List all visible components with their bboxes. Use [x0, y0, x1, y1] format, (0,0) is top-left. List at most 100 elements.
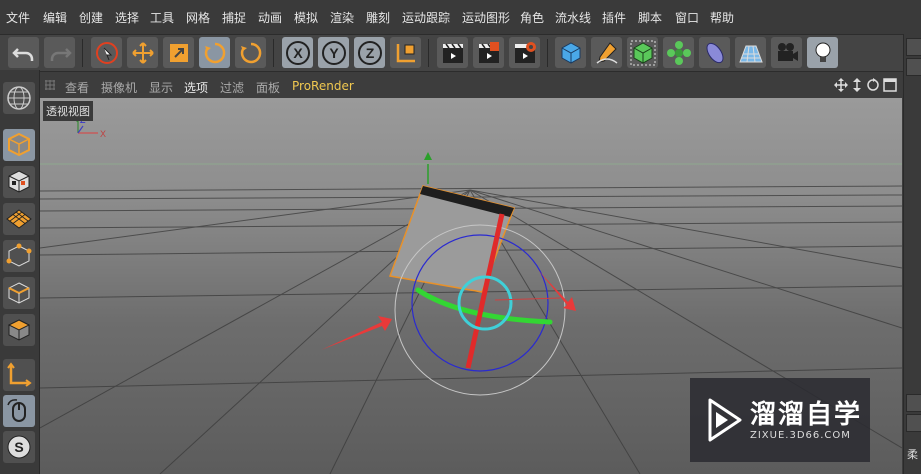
menu-character[interactable]: 角色 — [520, 9, 544, 26]
light-bulb-icon — [815, 42, 830, 62]
viewport-maximize-icon[interactable] — [883, 78, 897, 92]
render-settings-button[interactable] — [509, 37, 540, 68]
enable-axis-button[interactable] — [3, 359, 35, 391]
light-button[interactable] — [807, 37, 838, 68]
menu-window[interactable]: 窗口 — [675, 9, 699, 26]
right-panel-label: 柔 — [907, 448, 918, 461]
viewport-menu-prorender[interactable]: ProRender — [292, 79, 354, 93]
edges-mode-button[interactable] — [3, 277, 35, 309]
y-axis-lock-button[interactable]: Y — [318, 37, 349, 68]
menu-script[interactable]: 脚本 — [638, 9, 662, 26]
coordinate-system-button[interactable] — [390, 37, 421, 68]
subdivision-surface-button[interactable] — [627, 37, 658, 68]
viewport-header: 查看 摄像机 显示 选项 过滤 面板 ProRender — [40, 72, 902, 98]
scale-icon — [169, 43, 188, 62]
live-selection-button[interactable] — [91, 37, 122, 68]
x-axis-lock-button[interactable]: X — [282, 37, 313, 68]
z-axis-lock-button[interactable]: Z — [354, 37, 385, 68]
globe-icon — [7, 86, 31, 110]
make-editable-button[interactable] — [3, 82, 35, 114]
render-view-button[interactable] — [437, 37, 468, 68]
rotate-icon — [204, 42, 225, 63]
menu-create[interactable]: 创建 — [79, 9, 103, 26]
clapboard-render-icon — [478, 41, 499, 63]
deformer-button[interactable] — [699, 37, 730, 68]
recent-tool-icon — [240, 42, 261, 63]
menu-simulate[interactable]: 模拟 — [294, 9, 318, 26]
menu-help[interactable]: 帮助 — [710, 9, 734, 26]
cube-object-button[interactable] — [555, 37, 586, 68]
panel-toggle-2[interactable] — [906, 58, 921, 76]
polygons-cube-icon — [7, 319, 31, 341]
viewport-grip-icon[interactable] — [44, 79, 56, 91]
menu-plugins[interactable]: 插件 — [602, 9, 626, 26]
floor-button[interactable] — [735, 37, 766, 68]
svg-text:Z: Z — [365, 45, 374, 61]
watermark: 溜溜自学 ZIXUE.3D66.COM — [690, 378, 870, 462]
camera-button[interactable] — [771, 37, 802, 68]
redo-button[interactable] — [44, 37, 75, 68]
tweak-mode-button[interactable] — [3, 395, 35, 427]
polygons-mode-button[interactable] — [3, 314, 35, 346]
right-panel-strip — [903, 34, 921, 474]
deformer-icon — [706, 42, 723, 63]
menu-snap[interactable]: 捕捉 — [222, 9, 246, 26]
viewport-label: 透视视图 — [43, 101, 93, 121]
workplane-icon — [6, 209, 32, 229]
clapboard-gear-icon — [514, 41, 536, 63]
texture-mode-button[interactable] — [3, 166, 35, 198]
live-selection-icon — [95, 41, 118, 64]
recent-tool-button[interactable] — [235, 37, 266, 68]
watermark-url: ZIXUE.3D66.COM — [750, 430, 851, 441]
viewport-menu-panel[interactable]: 面板 — [256, 79, 280, 96]
menu-render[interactable]: 渲染 — [330, 9, 354, 26]
snap-icon: S — [7, 435, 31, 459]
move-icon — [131, 41, 154, 64]
menu-edit[interactable]: 编辑 — [43, 9, 67, 26]
svg-text:S: S — [14, 439, 23, 455]
menu-pipeline[interactable]: 流水线 — [555, 9, 591, 26]
menu-mesh[interactable]: 网格 — [186, 9, 210, 26]
menu-motion-tracking[interactable]: 运动跟踪 — [402, 9, 450, 26]
move-button[interactable] — [127, 37, 158, 68]
clapboard-icon — [442, 43, 463, 63]
viewport-menu-display[interactable]: 显示 — [149, 79, 173, 96]
render-to-picture-viewer-button[interactable] — [473, 37, 504, 68]
left-toolbar: S — [0, 70, 40, 474]
edges-cube-icon — [8, 282, 30, 304]
workplane-mode-button[interactable] — [3, 203, 35, 235]
scale-button[interactable] — [163, 37, 194, 68]
menu-select[interactable]: 选择 — [115, 9, 139, 26]
viewport-rotate-icon[interactable] — [866, 78, 880, 92]
y-axis-icon: Y — [321, 40, 346, 65]
menu-file[interactable]: 文件 — [6, 9, 30, 26]
snapping-button[interactable]: S — [3, 431, 35, 463]
points-cube-icon — [6, 243, 32, 267]
panel-toggle-4[interactable] — [906, 414, 921, 432]
menu-animate[interactable]: 动画 — [258, 9, 282, 26]
svg-text:Y: Y — [329, 45, 339, 61]
menu-sculpt[interactable]: 雕刻 — [366, 9, 390, 26]
points-mode-button[interactable] — [3, 240, 35, 272]
z-axis-icon: Z — [357, 40, 382, 65]
pen-spline-button[interactable] — [591, 37, 622, 68]
pen-icon — [596, 41, 617, 64]
menu-tools[interactable]: 工具 — [150, 9, 174, 26]
undo-button[interactable] — [8, 37, 39, 68]
panel-toggle-1[interactable] — [906, 38, 921, 56]
viewport-menu-view[interactable]: 查看 — [65, 79, 89, 96]
viewport-menu-filter[interactable]: 过滤 — [220, 79, 244, 96]
mouse-icon — [7, 399, 26, 422]
rotate-button[interactable] — [199, 37, 230, 68]
viewport-menu-options[interactable]: 选项 — [184, 79, 208, 96]
model-mode-button[interactable] — [3, 129, 35, 161]
cloner-button[interactable] — [663, 37, 694, 68]
viewport-menu-cameras[interactable]: 摄像机 — [101, 79, 137, 96]
coordinate-system-icon — [396, 43, 415, 62]
viewport-zoom-icon[interactable] — [851, 78, 863, 92]
menu-mograph[interactable]: 运动图形 — [462, 9, 510, 26]
cube-icon — [561, 41, 580, 64]
axis-icon — [7, 362, 32, 387]
viewport-move-icon[interactable] — [834, 78, 848, 92]
panel-toggle-3[interactable] — [906, 394, 921, 412]
